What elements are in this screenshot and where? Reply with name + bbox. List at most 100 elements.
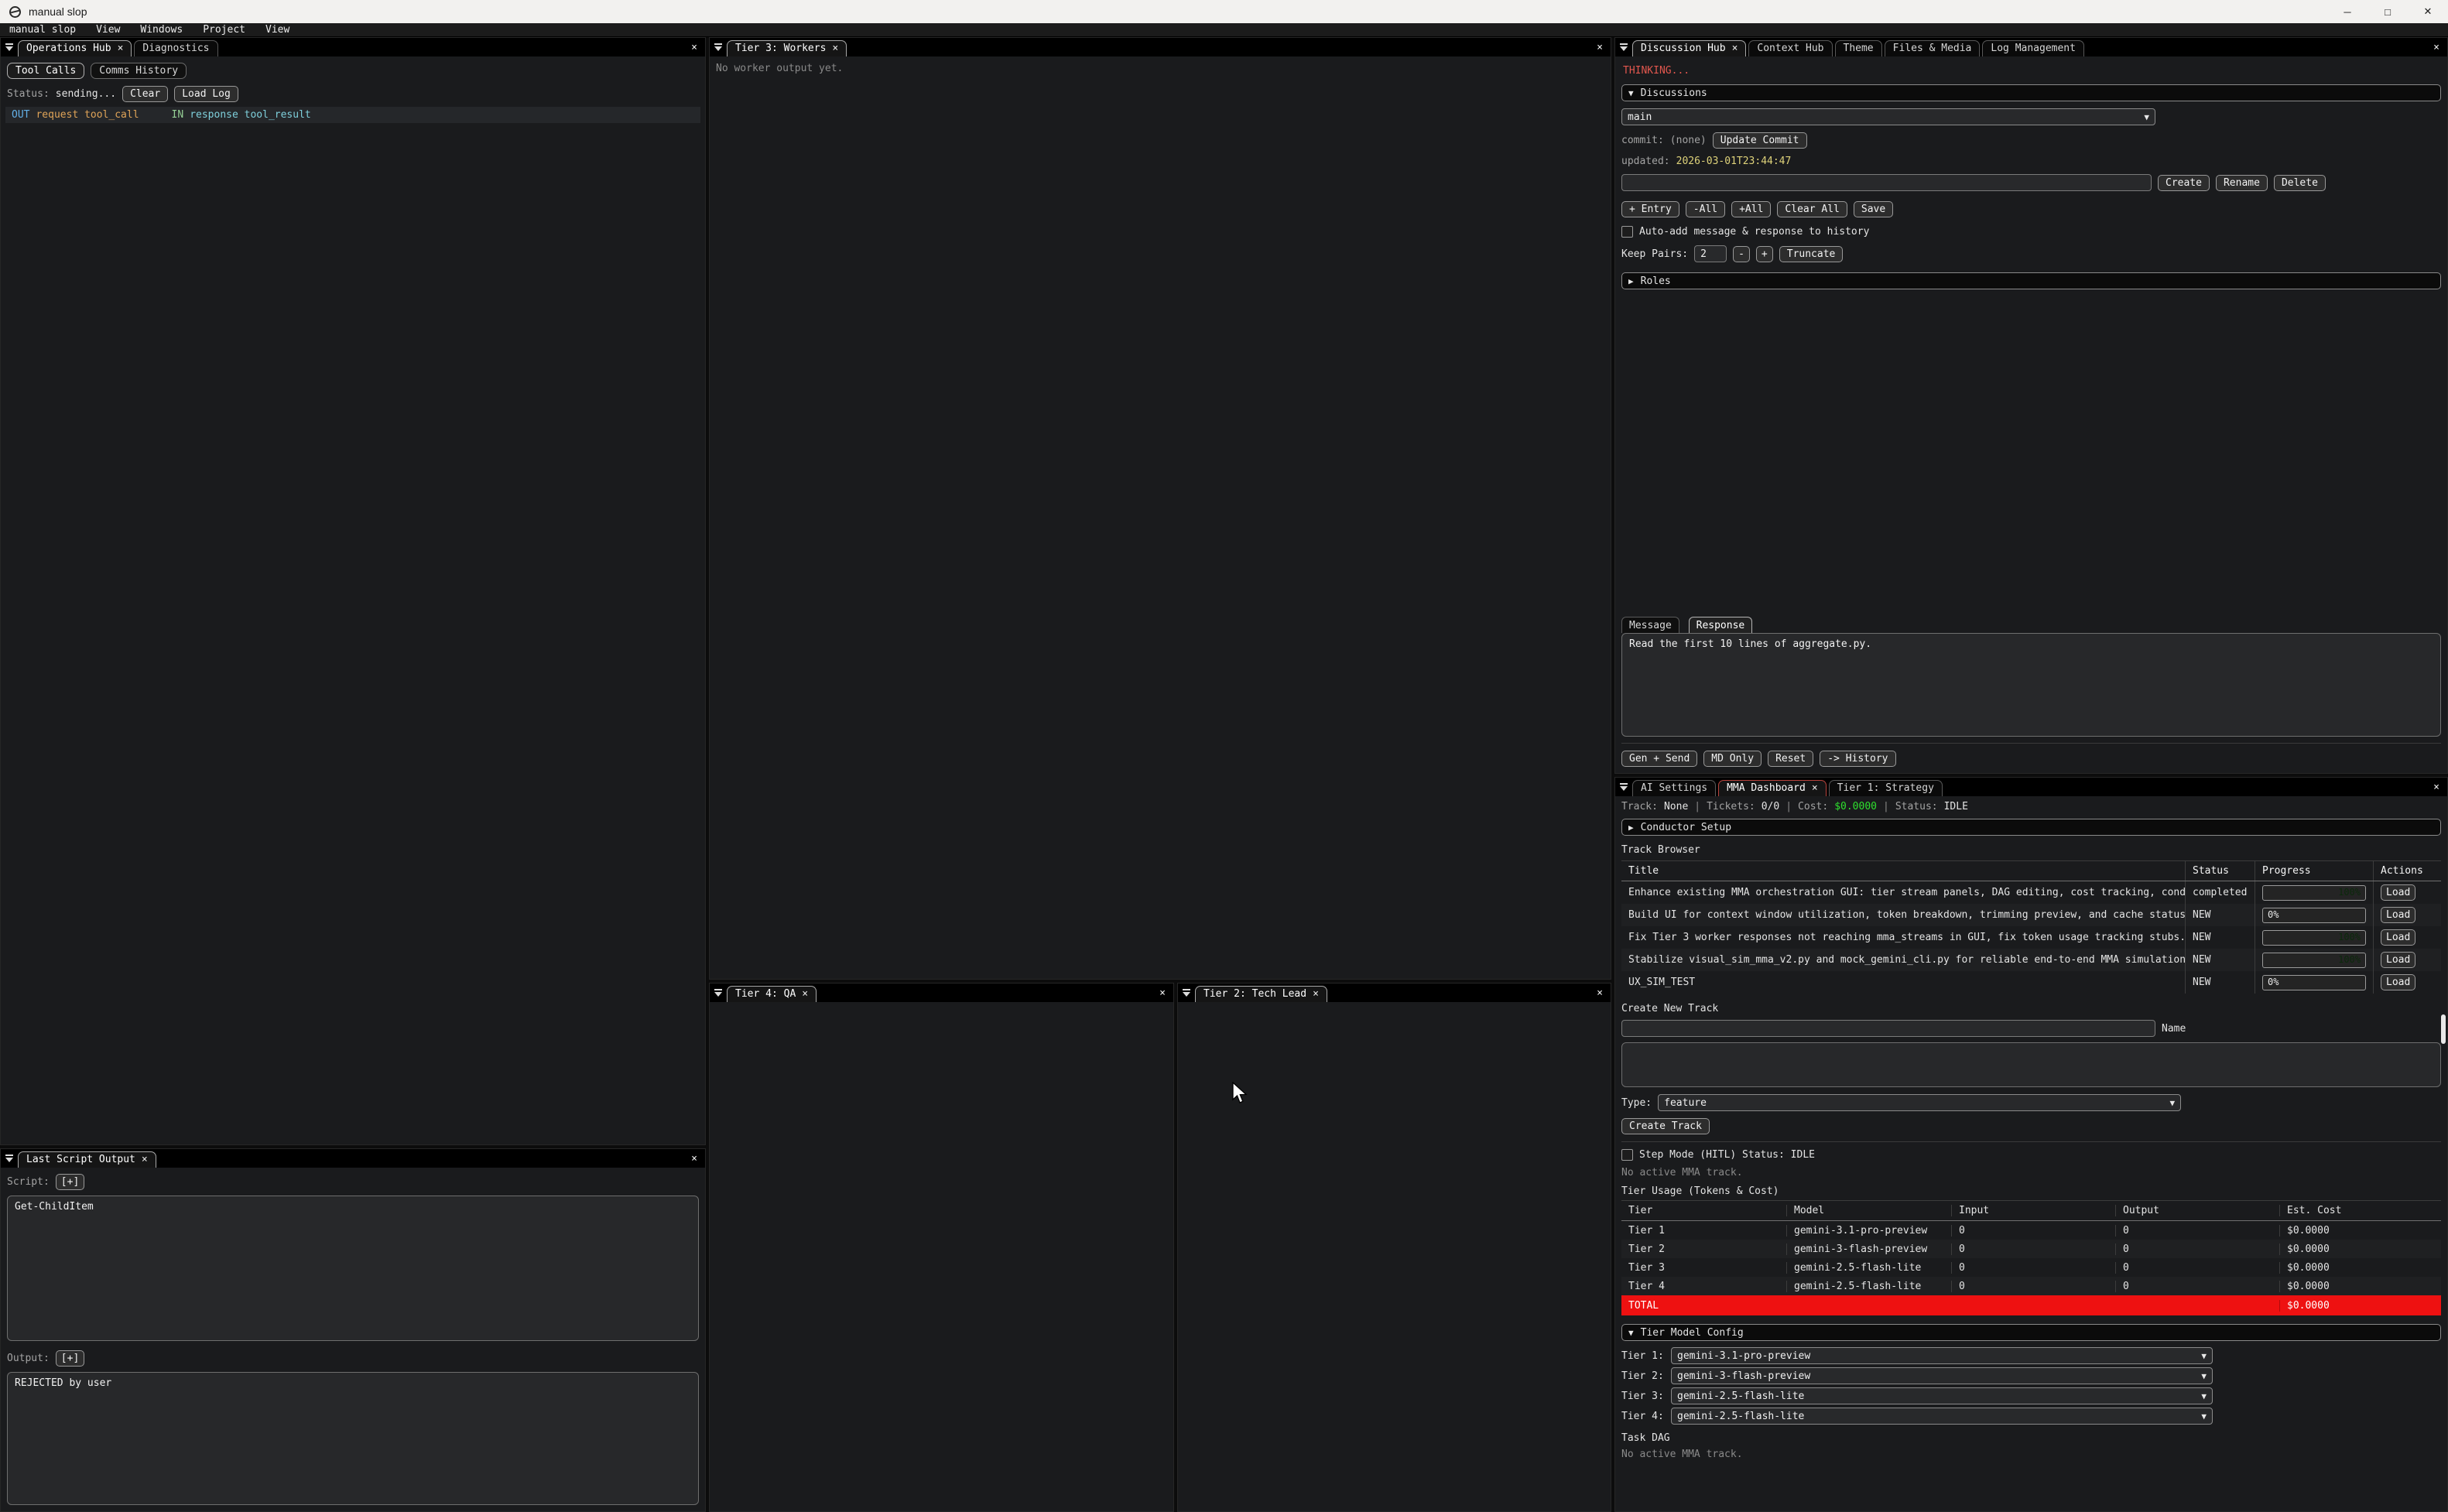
update-commit-button[interactable]: Update Commit	[1713, 132, 1807, 149]
tab-tier3-workers[interactable]: Tier 3: Workers ×	[727, 40, 847, 56]
load-track-button[interactable]: Load	[2381, 952, 2415, 968]
menu-item-manual-slop[interactable]: manual slop	[9, 24, 76, 36]
dock-menu-icon[interactable]	[710, 43, 727, 51]
tab-message[interactable]: Message	[1621, 617, 1679, 633]
dock-menu-icon[interactable]	[1615, 783, 1632, 791]
add-entry-button[interactable]: + Entry	[1621, 201, 1679, 217]
md-only-button[interactable]: MD Only	[1703, 751, 1762, 767]
tab-diagnostics[interactable]: Diagnostics	[134, 40, 217, 56]
track-type-select[interactable]: feature ▼	[1658, 1094, 2181, 1111]
tab-log-management[interactable]: Log Management	[1982, 40, 2084, 56]
close-tab-icon[interactable]: ×	[142, 1154, 148, 1165]
panel-close-icon[interactable]: ×	[1597, 987, 1603, 999]
menu-item-windows[interactable]: Windows	[140, 24, 183, 36]
reset-button[interactable]: Reset	[1768, 751, 1813, 767]
step-mode-checkbox[interactable]	[1621, 1149, 1633, 1161]
tab-tier2-tech-lead[interactable]: Tier 2: Tech Lead ×	[1195, 986, 1327, 1002]
tier4-model-select[interactable]: gemini-2.5-flash-lite ▼	[1671, 1408, 2213, 1425]
tab-files-media[interactable]: Files & Media	[1885, 40, 1981, 56]
vertical-scrollbar-thumb[interactable]	[2441, 1014, 2446, 1044]
load-track-button[interactable]: Load	[2381, 907, 2415, 923]
output-expand-button[interactable]: [+]	[56, 1350, 84, 1367]
to-history-button[interactable]: -> History	[1820, 751, 1895, 767]
track-row[interactable]: Build UI for context window utilization,…	[1621, 904, 2441, 926]
close-tab-icon[interactable]: ×	[802, 988, 808, 1000]
panel-close-icon[interactable]: ×	[2433, 782, 2439, 793]
close-tab-icon[interactable]: ×	[832, 43, 838, 54]
load-track-button[interactable]: Load	[2381, 974, 2415, 990]
output-textarea[interactable]: REJECTED by user	[7, 1372, 699, 1505]
discussions-section-header[interactable]: ▼ Discussions	[1621, 84, 2441, 101]
subtab-tool-calls[interactable]: Tool Calls	[7, 63, 84, 79]
track-row[interactable]: Enhance existing MMA orchestration GUI: …	[1621, 881, 2441, 904]
delete-button[interactable]: Delete	[2274, 175, 2326, 191]
load-log-button[interactable]: Load Log	[174, 86, 238, 102]
panel-close-icon[interactable]: ×	[2433, 42, 2439, 53]
keep-pairs-input[interactable]	[1694, 245, 1727, 262]
gen-send-button[interactable]: Gen + Send	[1621, 751, 1697, 767]
collapse-all-button[interactable]: -All	[1686, 201, 1725, 217]
dock-menu-icon[interactable]	[1, 1155, 18, 1162]
close-icon[interactable]: ✕	[2408, 0, 2448, 23]
menu-bar: manual slop View Windows Project View	[0, 23, 2448, 37]
close-tab-icon[interactable]: ×	[1313, 988, 1319, 1000]
close-tab-icon[interactable]: ×	[118, 43, 124, 54]
track-row[interactable]: UX_SIM_TEST NEW 0% Load	[1621, 971, 2441, 994]
keep-pairs-minus-button[interactable]: -	[1733, 246, 1750, 262]
maximize-icon[interactable]: □	[2368, 0, 2408, 23]
track-row[interactable]: Stabilize visual_sim_mma_v2.py and mock_…	[1621, 949, 2441, 971]
tab-tier1-strategy[interactable]: Tier 1: Strategy	[1829, 780, 1943, 796]
dock-menu-icon[interactable]	[1615, 43, 1632, 51]
load-track-button[interactable]: Load	[2381, 929, 2415, 946]
tab-response[interactable]: Response	[1689, 617, 1753, 633]
tab-theme[interactable]: Theme	[1835, 40, 1882, 56]
panel-close-icon[interactable]: ×	[691, 1153, 697, 1165]
rename-button[interactable]: Rename	[2216, 175, 2268, 191]
tier-model-config-section-header[interactable]: ▼ Tier Model Config	[1621, 1324, 2441, 1341]
panel-close-icon[interactable]: ×	[1597, 42, 1603, 53]
tab-last-script-output[interactable]: Last Script Output ×	[18, 1151, 156, 1168]
create-button[interactable]: Create	[2158, 175, 2210, 191]
save-button[interactable]: Save	[1854, 201, 1893, 217]
discussion-name-input[interactable]	[1621, 174, 2152, 191]
close-tab-icon[interactable]: ×	[1812, 782, 1818, 794]
tab-ai-settings[interactable]: AI Settings	[1632, 780, 1716, 796]
dock-menu-icon[interactable]	[1178, 989, 1195, 997]
truncate-button[interactable]: Truncate	[1779, 246, 1844, 262]
auto-add-checkbox[interactable]	[1621, 226, 1633, 238]
panel-close-icon[interactable]: ×	[691, 42, 697, 53]
track-row[interactable]: Fix Tier 3 worker responses not reaching…	[1621, 926, 2441, 949]
tool-call-log-row[interactable]: OUT request tool_call IN response tool_r…	[5, 107, 700, 123]
menu-item-view2[interactable]: View	[265, 24, 289, 36]
tab-tier4-qa[interactable]: Tier 4: QA ×	[727, 986, 817, 1002]
tab-context-hub[interactable]: Context Hub	[1748, 40, 1832, 56]
tab-discussion-hub[interactable]: Discussion Hub ×	[1632, 40, 1746, 56]
tier2-model-select[interactable]: gemini-3-flash-preview ▼	[1671, 1367, 2213, 1384]
expand-all-button[interactable]: +All	[1731, 201, 1771, 217]
discussion-select[interactable]: main ▼	[1621, 108, 2155, 125]
subtab-comms-history[interactable]: Comms History	[91, 63, 187, 79]
roles-section-header[interactable]: ▶ Roles	[1621, 272, 2441, 289]
conductor-setup-section-header[interactable]: ▶ Conductor Setup	[1621, 819, 2441, 836]
script-expand-button[interactable]: [+]	[56, 1174, 84, 1190]
panel-close-icon[interactable]: ×	[1159, 987, 1166, 999]
tier3-model-select[interactable]: gemini-2.5-flash-lite ▼	[1671, 1387, 2213, 1404]
keep-pairs-plus-button[interactable]: +	[1756, 246, 1773, 262]
dock-menu-icon[interactable]	[710, 989, 727, 997]
tier1-model-select[interactable]: gemini-3.1-pro-preview ▼	[1671, 1347, 2213, 1364]
menu-item-project[interactable]: Project	[203, 24, 245, 36]
minimize-icon[interactable]: ─	[2327, 0, 2368, 23]
tab-operations-hub[interactable]: Operations Hub ×	[18, 40, 132, 56]
new-track-name-input[interactable]	[1621, 1020, 2155, 1037]
new-track-description-textarea[interactable]	[1621, 1042, 2441, 1087]
clear-button[interactable]: Clear	[122, 86, 168, 102]
tab-mma-dashboard[interactable]: MMA Dashboard ×	[1718, 780, 1827, 796]
menu-item-view[interactable]: View	[96, 24, 120, 36]
message-textarea[interactable]: Read the first 10 lines of aggregate.py.	[1621, 633, 2441, 737]
clear-all-button[interactable]: Clear All	[1777, 201, 1847, 217]
script-textarea[interactable]: Get-ChildItem	[7, 1196, 699, 1341]
dock-menu-icon[interactable]	[1, 43, 18, 51]
create-track-button[interactable]: Create Track	[1621, 1118, 1710, 1134]
load-track-button[interactable]: Load	[2381, 884, 2415, 901]
close-tab-icon[interactable]: ×	[1732, 43, 1738, 54]
